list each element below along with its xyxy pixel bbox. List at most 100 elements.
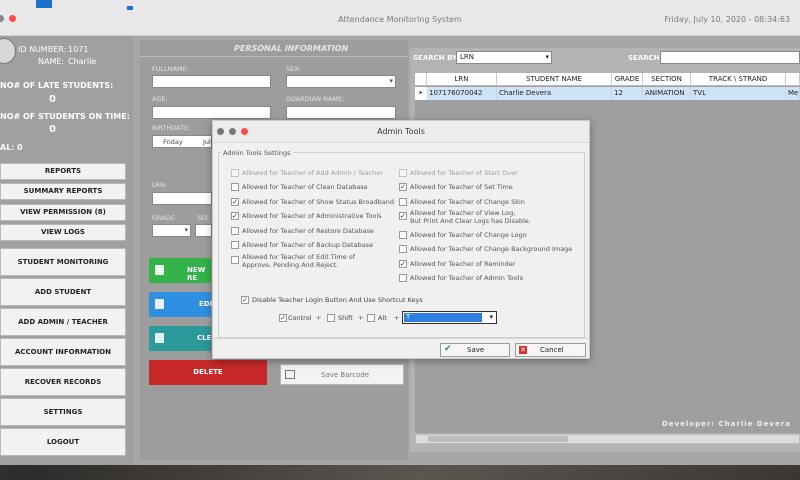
right-option-checkbox[interactable] [399,198,407,206]
clear-button[interactable]: CLE [149,326,211,351]
fullname-input[interactable] [152,75,271,88]
account-information-button[interactable]: ACCOUNT INFORMATION [0,338,126,366]
grade-select[interactable]: ▾ [152,224,191,237]
datetime-display: Friday, July 10, 2020 - 08:34:63 [664,15,790,24]
view-permission-button[interactable]: VIEW PERMISSION (8) [0,204,126,221]
shift-checkbox[interactable] [327,314,335,322]
add-student-button[interactable]: ADD STUDENT [0,278,126,306]
cancel-button[interactable]: ✕ Cancel [515,343,586,357]
right-option-checkbox[interactable]: ✓ [399,212,407,220]
birthdate-picker[interactable]: Friday July [152,135,215,148]
alt-label: Alt [378,314,387,322]
reports-button[interactable]: REPORTS [0,163,126,180]
age-label: AGE: [152,95,168,103]
table-cell[interactable]: TVL [691,87,786,100]
table-cell[interactable]: Melo [786,87,800,100]
option-label-line: Allowed for Teacher of Clean Database [242,183,368,191]
left-option-label: Allowed for Teacher of Add Admin / Teach… [242,169,383,177]
guardian-input[interactable] [286,106,396,119]
dialog-title-bar: Admin Tools [213,121,589,143]
shift-label: Shift [338,314,353,322]
ontime-value: 0 [49,124,56,135]
control-checkbox[interactable]: ✓ [279,314,287,322]
right-option-checkbox[interactable] [399,245,407,253]
recover-records-button[interactable]: RECOVER RECORDS [0,368,126,396]
close-icon[interactable] [9,15,16,22]
dialog-minimize-icon[interactable] [217,128,224,135]
plus-sign: + [394,314,400,322]
search-input[interactable] [660,51,800,64]
left-option-label: Allowed for Teacher of Show Status Broad… [242,198,394,206]
scrollbar-thumb[interactable] [428,436,568,442]
left-option-checkbox[interactable]: ✓ [231,198,239,206]
search-by-label: SEARCH BY: [413,54,460,62]
new-icon [155,265,164,275]
option-label-line: Allowed for Teacher of Reminder [410,260,516,268]
column-header[interactable]: STUDENT NAME [497,73,612,86]
shortcut-key-select[interactable]: T ▾ [402,311,497,324]
search-label: SEARCH: [628,54,663,62]
left-option-checkbox[interactable] [231,183,239,191]
birth-day: Friday [163,138,183,146]
column-header[interactable] [786,73,800,86]
section-select[interactable] [195,224,212,237]
minimize-icon[interactable] [0,15,4,22]
left-option-checkbox[interactable]: ✓ [231,212,239,220]
chevron-down-icon: ▾ [184,226,188,234]
column-header[interactable]: LRN [427,73,497,86]
left-option-checkbox[interactable] [231,169,239,177]
name-label: NAME: [38,57,65,66]
dialog-close-icon[interactable] [241,128,248,135]
right-option-label: Allowed for Teacher of Change Logo [410,231,527,239]
admin-tools-dialog: Admin Tools Admin Tools Settings ✓ Disab… [212,120,590,359]
view-logs-button[interactable]: VIEW LOGS [0,224,126,241]
sidebar: ID NUMBER: 1071 NAME: Charlie NO# OF LAT… [0,36,133,465]
summary-reports-button[interactable]: SUMMARY REPORTS [0,183,126,200]
horizontal-scrollbar[interactable] [415,434,800,444]
column-header[interactable]: GRADE [612,73,643,86]
divider [140,56,408,57]
option-label-line: Allowed for Teacher of View Log, [410,209,516,217]
right-option-checkbox[interactable] [399,274,407,282]
save-button[interactable]: ✔ Save [440,343,510,357]
logout-button[interactable]: LOGOUT [0,428,126,456]
column-header[interactable]: SECTION [643,73,691,86]
table-cell[interactable]: 12 [612,87,643,100]
left-option-label: Allowed for Teacher of Restore Database [242,227,374,235]
right-option-checkbox[interactable]: ✓ [399,183,407,191]
save-barcode-button[interactable]: Save Barcode [280,364,404,385]
table-cell[interactable]: 107176070042 [427,87,497,100]
new-record-button[interactable]: NEW RE [149,258,211,283]
column-header[interactable]: TRACK \ STRAND [691,73,786,86]
total-label: AL: [0,143,15,152]
left-option-checkbox[interactable] [231,227,239,235]
late-label: NO# OF LATE STUDENTS: [0,81,114,90]
left-option-checkbox[interactable] [231,256,239,264]
row-header-corner [415,73,427,86]
left-option-checkbox[interactable] [231,241,239,249]
section-label: SEC [197,214,210,222]
alt-checkbox[interactable] [367,314,375,322]
table-cell[interactable]: ANIMATION [643,87,691,100]
table-cell[interactable]: Charlie Devera [497,87,612,100]
add-admin-teacher-button[interactable]: ADD ADMIN / TEACHER [0,308,126,336]
app-icon [36,0,52,8]
lrn-input[interactable] [152,192,212,205]
right-option-checkbox[interactable]: ✓ [399,260,407,268]
option-label-line: Allowed for Teacher of Change Skin [410,198,525,206]
edit-button[interactable]: EDI [149,292,212,317]
student-monitoring-button[interactable]: STUDENT MONITORING [0,248,126,276]
settings-button[interactable]: SETTINGS [0,398,126,426]
right-option-checkbox[interactable] [399,231,407,239]
right-option-checkbox[interactable] [399,169,407,177]
age-input[interactable] [152,106,271,119]
delete-button[interactable]: DELETE [149,360,267,385]
dialog-maximize-icon[interactable] [229,128,236,135]
option-label-line: Allowed for Teacher of Set Time [410,183,513,191]
left-option-label: Allowed for Teacher of Edit Time of Appro… [242,253,355,269]
id-value: 1071 [68,45,89,54]
disable-login-checkbox[interactable]: ✓ [241,296,249,304]
search-by-select[interactable]: LRN ▾ [456,51,552,64]
left-option-label: Allowed for Teacher of Backup Database [242,241,373,249]
sex-select[interactable]: ▾ [286,75,396,88]
